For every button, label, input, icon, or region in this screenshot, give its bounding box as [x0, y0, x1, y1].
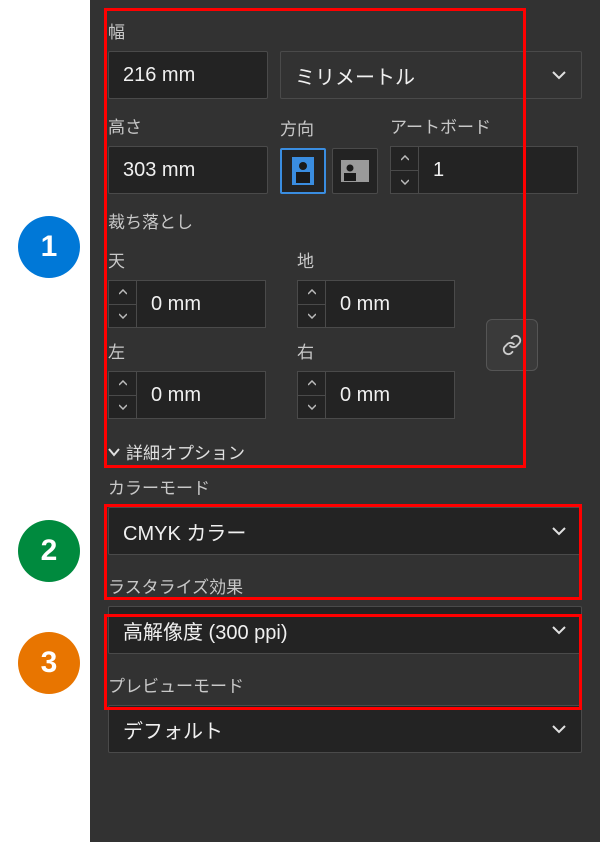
preview-mode-dropdown[interactable]: デフォルト	[108, 705, 582, 753]
annotation-frame-2	[104, 504, 582, 600]
preview-mode-value: デフォルト	[123, 715, 223, 744]
annotation-frame-1	[104, 8, 526, 468]
chevron-down-icon	[551, 721, 567, 737]
color-mode-label: カラーモード	[108, 474, 582, 499]
annotation-badge-2: 2	[18, 520, 80, 582]
annotation-badge-1: 1	[18, 216, 80, 278]
annotation-frame-3	[104, 614, 582, 710]
chevron-down-icon	[551, 67, 567, 83]
annotation-badge-3: 3	[18, 632, 80, 694]
